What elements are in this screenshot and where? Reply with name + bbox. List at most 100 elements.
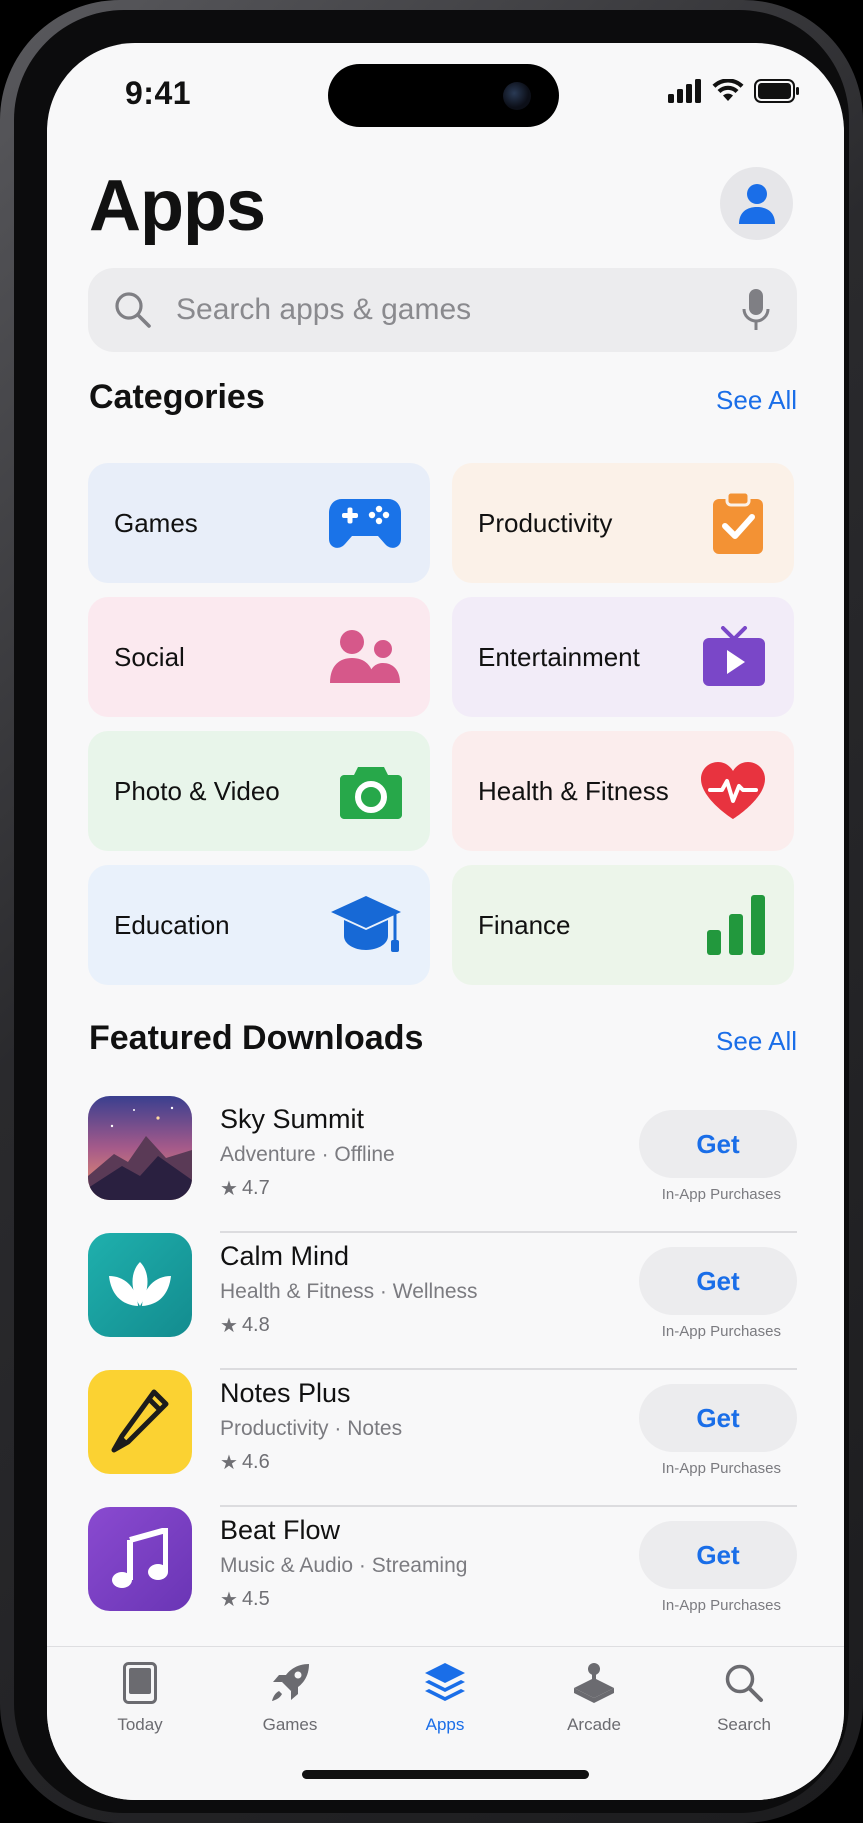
tab-search[interactable]: Search [689, 1657, 799, 1735]
featured-see-all-link[interactable]: See All [716, 1026, 797, 1057]
app-name: Beat Flow [220, 1515, 341, 1545]
layers-icon [390, 1657, 500, 1709]
category-photo-video[interactable]: Photo & Video [88, 731, 430, 851]
get-button[interactable]: Get [639, 1521, 797, 1589]
music-note-icon [88, 1507, 192, 1611]
get-button[interactable]: Get [639, 1384, 797, 1452]
app-rating: ★ 4.5 [220, 1587, 270, 1612]
category-label: Entertainment [478, 641, 640, 672]
tab-games[interactable]: Games [235, 1657, 345, 1735]
app-rating: ★ 4.8 [220, 1313, 270, 1338]
search-icon [115, 292, 151, 328]
categories-title: Categories [89, 378, 265, 416]
categories-see-all-link[interactable]: See All [716, 385, 797, 416]
rating-value: 4.5 [241, 1588, 270, 1610]
microphone-icon[interactable] [741, 288, 771, 332]
tab-arcade[interactable]: Arcade [539, 1657, 649, 1735]
wifi-icon [712, 79, 744, 101]
tab-label: Today [117, 1715, 163, 1734]
search-input[interactable] [176, 288, 716, 332]
list-item[interactable]: Calm Mind Health & Fitness · Wellness ★ 4… [88, 1233, 797, 1370]
in-app-purchases-note: In-App Purchases [661, 1323, 781, 1340]
app-category: Productivity [220, 1417, 329, 1440]
search-icon [689, 1657, 799, 1709]
app-store-screen: 9:41 Apps Categories See All G [47, 43, 844, 1800]
category-education[interactable]: Education [88, 865, 430, 985]
star-icon: ★ [220, 1178, 238, 1200]
device-frame: 9:41 Apps Categories See All G [0, 0, 863, 1823]
device-bezel: 9:41 Apps Categories See All G [14, 10, 849, 1813]
account-avatar-button[interactable] [720, 167, 793, 240]
joystick-icon [539, 1657, 649, 1709]
dynamic-island [328, 64, 559, 127]
category-label: Finance [478, 909, 571, 940]
app-rating: ★ 4.6 [220, 1450, 270, 1475]
category-games[interactable]: Games [88, 463, 430, 583]
list-item[interactable]: Sky Summit Adventure · Offline ★ 4.7 Get … [88, 1096, 797, 1233]
gamepad-icon [328, 495, 402, 551]
in-app-purchases-note: In-App Purchases [661, 1186, 781, 1203]
category-label: Health & Fitness [478, 775, 669, 806]
tab-label: Search [717, 1715, 771, 1734]
clipboard-check-icon [710, 491, 766, 555]
category-social[interactable]: Social [88, 597, 430, 717]
heart-pulse-icon [700, 761, 766, 821]
pencil-icon [88, 1370, 192, 1474]
app-tag: Wellness [392, 1280, 478, 1303]
tab-label: Games [262, 1715, 318, 1734]
today-icon [85, 1657, 195, 1709]
tab-apps[interactable]: Apps [390, 1657, 500, 1735]
category-health-fitness[interactable]: Health & Fitness [452, 731, 794, 851]
category-label: Social [114, 641, 185, 672]
graduation-cap-icon [330, 894, 402, 956]
category-label: Games [114, 507, 198, 538]
app-name: Notes Plus [220, 1378, 351, 1408]
mountain-icon [88, 1096, 192, 1200]
app-subtitle: Health & Fitness · Wellness [220, 1280, 478, 1303]
status-icons [668, 79, 800, 103]
app-category: Adventure [220, 1143, 316, 1166]
star-icon: ★ [220, 1452, 238, 1474]
person-icon [738, 183, 775, 224]
category-label: Photo & Video [114, 775, 280, 806]
category-entertainment[interactable]: Entertainment [452, 597, 794, 717]
camera-icon [340, 763, 402, 819]
category-finance[interactable]: Finance [452, 865, 794, 985]
app-tag: Notes [347, 1417, 403, 1440]
get-button[interactable]: Get [639, 1247, 797, 1315]
get-button[interactable]: Get [639, 1110, 797, 1178]
front-camera-icon [503, 82, 531, 110]
home-indicator[interactable] [302, 1770, 589, 1779]
app-name: Sky Summit [220, 1104, 365, 1134]
in-app-purchases-note: In-App Purchases [661, 1597, 781, 1614]
page-title: Apps [89, 166, 266, 246]
tv-play-icon [702, 626, 766, 688]
rating-value: 4.6 [241, 1451, 270, 1473]
rating-value: 4.8 [241, 1314, 270, 1336]
lotus-icon [88, 1233, 192, 1337]
status-time: 9:41 [125, 75, 192, 111]
category-productivity[interactable]: Productivity [452, 463, 794, 583]
app-name: Calm Mind [220, 1241, 350, 1271]
tab-label: Arcade [567, 1715, 621, 1734]
rocket-icon [235, 1657, 345, 1709]
list-item[interactable]: Beat Flow Music & Audio · Streaming ★ 4.5… [88, 1507, 797, 1644]
search-bar[interactable] [88, 268, 797, 352]
app-category: Health & Fitness [220, 1280, 375, 1303]
app-tag: Streaming [371, 1554, 468, 1577]
battery-icon [754, 79, 799, 103]
star-icon: ★ [220, 1589, 238, 1611]
category-label: Education [114, 909, 230, 940]
bar-chart-icon [706, 894, 766, 956]
app-rating: ★ 4.7 [220, 1176, 270, 1201]
cellular-signal-icon [668, 79, 701, 103]
tab-label: Apps [425, 1715, 465, 1734]
category-label: Productivity [478, 507, 613, 538]
tab-today[interactable]: Today [85, 1657, 195, 1735]
app-category: Music & Audio [220, 1554, 354, 1577]
in-app-purchases-note: In-App Purchases [661, 1460, 781, 1477]
list-item[interactable]: Notes Plus Productivity · Notes ★ 4.6 Get… [88, 1370, 797, 1507]
app-tag: Offline [334, 1143, 395, 1166]
rating-value: 4.7 [241, 1177, 270, 1199]
people-icon [330, 629, 402, 685]
